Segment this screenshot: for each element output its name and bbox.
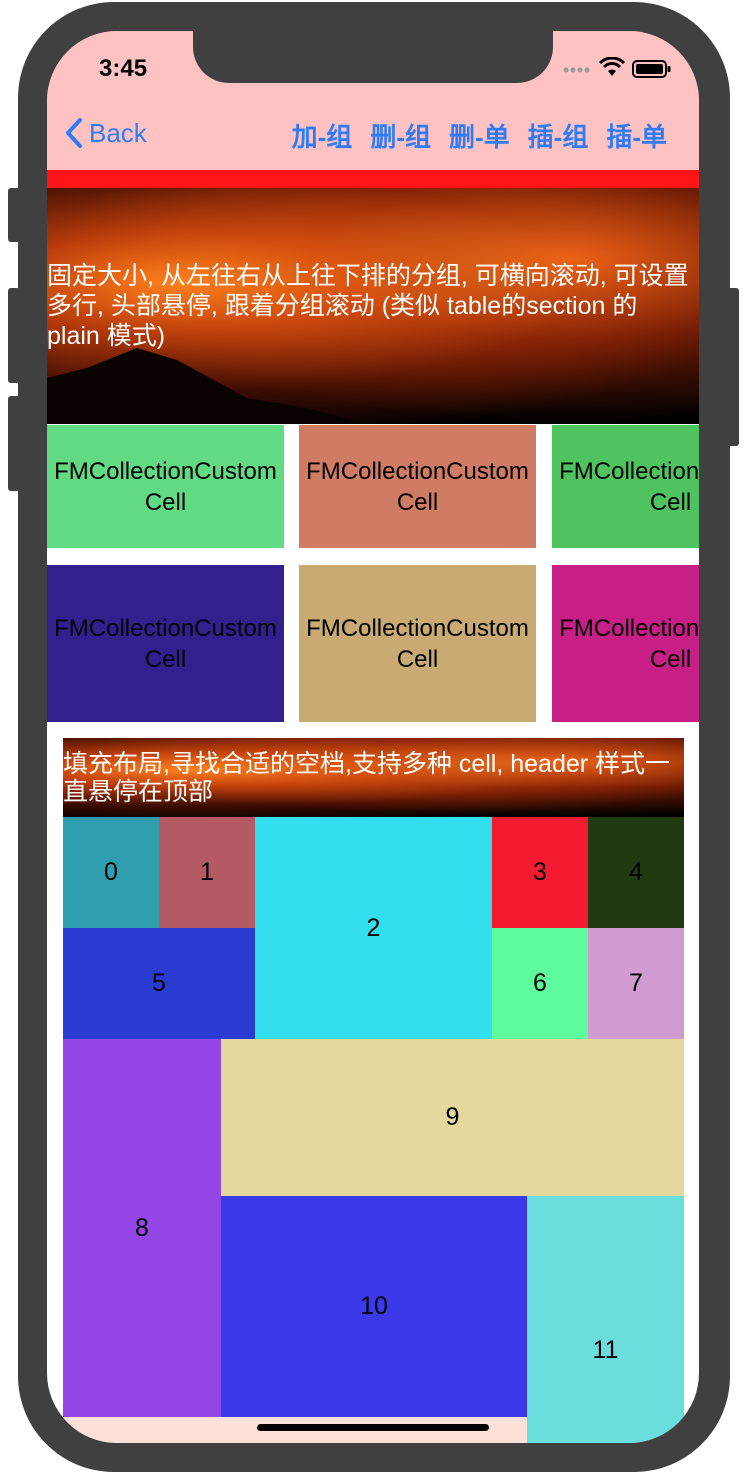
tile-label: 1 — [200, 858, 214, 886]
chevron-left-icon — [66, 118, 82, 148]
section1-header-text: 固定大小, 从左往右从上往下排的分组, 可横向滚动, 可设置多行, 头部悬停, … — [47, 262, 689, 350]
collection-cell-4[interactable]: FMCollectionCustomCell — [299, 565, 536, 722]
back-label: Back — [89, 117, 147, 148]
cell-label: FMCollectionCustomCell — [54, 614, 277, 673]
tile-label: 9 — [445, 1103, 460, 1131]
fill-cell-2[interactable]: 2 — [255, 817, 492, 1039]
insert-single-button[interactable]: 插-单 — [606, 117, 667, 154]
screen: 3:45 Back 加-组 删-组 删-单 插-组 插-单 固定大小, 从左往右… — [47, 31, 699, 1443]
insert-group-button[interactable]: 插-组 — [528, 117, 589, 154]
tile-label: 2 — [366, 913, 381, 942]
mute-switch — [8, 188, 20, 242]
fill-cell-0[interactable]: 0 — [63, 817, 159, 928]
tile-label: 6 — [533, 969, 547, 997]
fill-cell-10[interactable]: 10 — [221, 1196, 527, 1417]
delete-group-button[interactable]: 删-组 — [370, 117, 431, 154]
tile-label: 5 — [152, 969, 166, 997]
fill-cell-4[interactable]: 4 — [588, 817, 684, 928]
status-time: 3:45 — [99, 55, 148, 82]
fill-cell-8[interactable]: 8 — [63, 1039, 221, 1417]
collection-cell-0[interactable]: FMCollectionCustomCell — [47, 425, 284, 548]
power-button — [727, 288, 739, 446]
fill-cell-5[interactable]: 5 — [63, 928, 255, 1039]
section1-header: 固定大小, 从左往右从上往下排的分组, 可横向滚动, 可设置多行, 头部悬停, … — [47, 188, 699, 424]
cell-label: FMCollectionCustomCell — [559, 614, 699, 673]
tile-label: 3 — [533, 858, 547, 886]
fill-cell-9[interactable]: 9 — [221, 1039, 684, 1196]
tile-label: 4 — [629, 858, 643, 886]
tile-label: 11 — [592, 1336, 619, 1364]
fill-cell-1[interactable]: 1 — [159, 817, 255, 928]
fill-cell-6[interactable]: 6 — [492, 928, 588, 1039]
delete-single-button[interactable]: 删-单 — [449, 117, 510, 154]
section2-header-text: 填充布局,寻找合适的空档,支持多种 cell, header 样式一直悬停在顶部 — [63, 750, 671, 806]
fill-cell-11[interactable]: 11 — [527, 1196, 684, 1443]
collection-cell-5[interactable]: FMCollectionCustomCell — [552, 565, 699, 722]
notch — [193, 31, 553, 83]
volume-up-button — [8, 288, 20, 383]
tile-label: 8 — [135, 1213, 149, 1242]
tile-label: 0 — [104, 858, 118, 886]
fill-cell-7[interactable]: 7 — [588, 928, 684, 1039]
fill-cell-3[interactable]: 3 — [492, 817, 588, 928]
battery-icon — [632, 60, 672, 83]
back-button[interactable]: Back — [65, 117, 147, 149]
nav-actions: 加-组 删-组 删-单 插-组 插-单 — [292, 117, 667, 154]
volume-down-button — [8, 396, 20, 491]
cell-label: FMCollectionCustomCell — [306, 457, 529, 516]
wifi-icon — [598, 56, 626, 82]
signal-dots-icon — [563, 59, 593, 80]
home-indicator[interactable] — [257, 1424, 489, 1431]
collection-cell-1[interactable]: FMCollectionCustomCell — [299, 425, 536, 548]
collection-cell-2[interactable]: FMCollectionCustomCell — [552, 425, 699, 548]
tile-label: 7 — [629, 969, 643, 997]
add-group-button[interactable]: 加-组 — [292, 117, 353, 154]
cell-label: FMCollectionCustomCell — [559, 457, 699, 516]
collection-cell-3[interactable]: FMCollectionCustomCell — [47, 565, 284, 722]
red-separator — [47, 170, 699, 188]
tile-label: 10 — [360, 1292, 388, 1320]
cell-label: FMCollectionCustomCell — [54, 457, 277, 516]
section2-header: 填充布局,寻找合适的空档,支持多种 cell, header 样式一直悬停在顶部 — [63, 738, 684, 817]
cell-label: FMCollectionCustomCell — [306, 614, 529, 673]
